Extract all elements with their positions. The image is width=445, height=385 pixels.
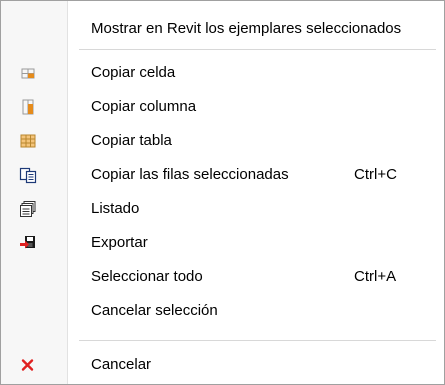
menu-item-copy-column[interactable]: Copiar columna [1, 90, 444, 124]
menu-separator [79, 340, 436, 341]
menu-item-label: Exportar [91, 234, 148, 251]
menu-item-copy-selected-rows[interactable]: Copiar las filas seleccionadas Ctrl+C [1, 158, 444, 192]
listing-icon [19, 200, 37, 218]
menu-item-export[interactable]: Exportar [1, 226, 444, 260]
cancel-icon [19, 356, 37, 374]
export-icon [19, 234, 37, 252]
menu-item-label: Copiar tabla [91, 132, 172, 149]
menu-item-label: Copiar columna [91, 98, 197, 115]
copy-cell-icon [19, 64, 37, 82]
menu-item-label: Listado [91, 200, 140, 217]
menu-item-label: Cancelar [91, 356, 152, 373]
copy-column-icon [19, 98, 37, 116]
menu-item-shortcut: Ctrl+A [354, 268, 397, 285]
menu-item-label: Cancelar selección [91, 302, 218, 319]
menu-item-label: Seleccionar todo [91, 268, 203, 285]
menu-item-copy-cell[interactable]: Copiar celda [1, 56, 444, 90]
menu-item-label: Mostrar en Revit los ejemplares seleccio… [91, 20, 402, 37]
menu-item-listing[interactable]: Listado [1, 192, 444, 226]
context-menu: Mostrar en Revit los ejemplares seleccio… [0, 0, 445, 385]
menu-item-label: Copiar las filas seleccionadas [91, 166, 289, 183]
copy-table-icon [19, 132, 37, 150]
menu-separator [79, 49, 436, 50]
menu-item-copy-table[interactable]: Copiar tabla [1, 124, 444, 158]
menu-item-select-all[interactable]: Seleccionar todo Ctrl+A [1, 260, 444, 294]
menu-item-cancel-selection[interactable]: Cancelar selección [1, 294, 444, 328]
copy-rows-icon [19, 166, 37, 184]
menu-item-cancel[interactable]: Cancelar [1, 348, 444, 382]
menu-item-show-in-revit[interactable]: Mostrar en Revit los ejemplares seleccio… [1, 12, 444, 46]
menu-item-label: Copiar celda [91, 64, 176, 81]
menu-item-shortcut: Ctrl+C [354, 166, 397, 183]
